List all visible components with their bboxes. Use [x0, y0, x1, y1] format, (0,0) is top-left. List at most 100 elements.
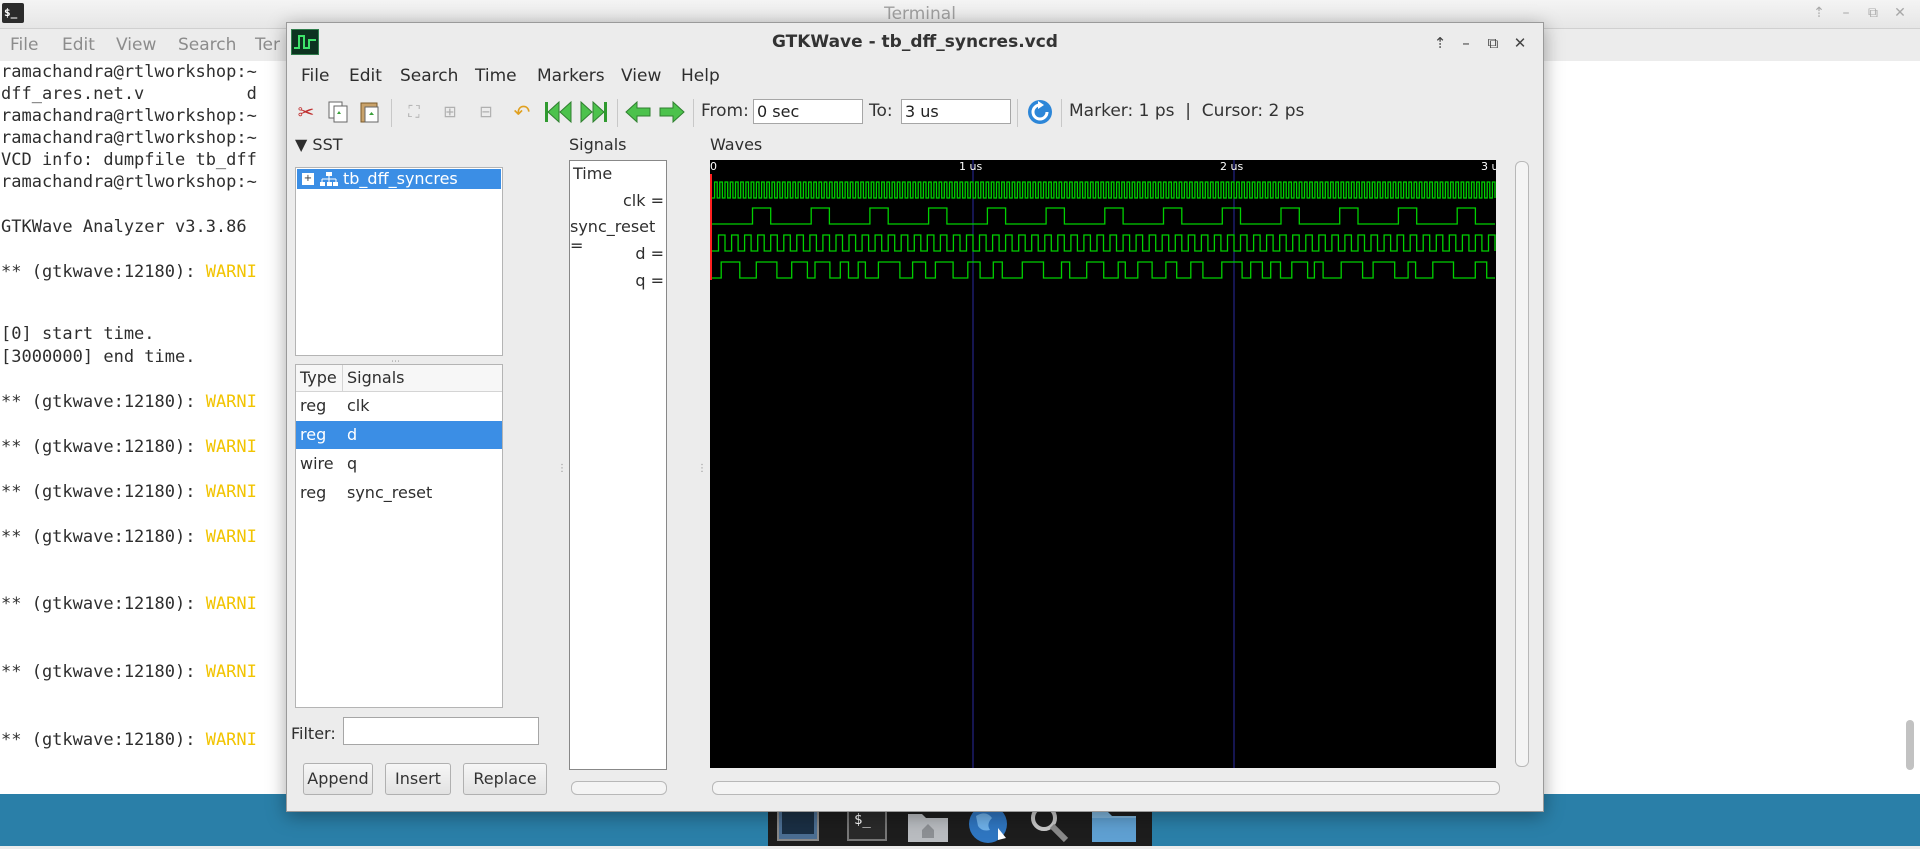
terminal-line: ** (gtkwave:12180): WARNI [1, 482, 257, 502]
signal-name: clk [347, 396, 370, 415]
sst-header[interactable]: ▼ SST [295, 135, 343, 154]
toolbar-separator [617, 99, 618, 127]
signal-label-clk[interactable]: clk = [623, 191, 664, 210]
minimize-icon[interactable]: – [1455, 32, 1477, 54]
from-label: From: [701, 101, 749, 121]
zoom-to-end-icon[interactable] [579, 97, 609, 127]
signals-list[interactable]: Time clk = sync_reset = d = q = [569, 160, 667, 770]
terminal-line-text: ** (gtkwave:12180): [1, 594, 206, 614]
signal-type: reg [300, 425, 327, 444]
terminal-line-text: ** (gtkwave:12180): [1, 482, 206, 502]
signal-name: d [347, 425, 358, 444]
from-time-input[interactable] [753, 99, 863, 124]
zoom-to-start-icon[interactable] [543, 97, 573, 127]
replace-button[interactable]: Replace [463, 763, 547, 795]
zoom-fit-icon[interactable]: ⛶ [399, 97, 429, 127]
undo-zoom-icon[interactable]: ↶ [507, 97, 537, 127]
menu-edit[interactable]: Edit [349, 66, 382, 86]
warning-text: WARNI [205, 594, 257, 614]
waveform-clk[interactable] [712, 181, 1496, 199]
collapse-triangle-icon: ▼ [295, 135, 308, 154]
tree-item-tb-dff-syncres[interactable]: + tb_dff_syncres [297, 169, 501, 189]
gtkwave-menubar: File Edit Search Time Markers View Help [287, 61, 1543, 91]
terminal-line-text: ** (gtkwave:12180): [1, 730, 206, 750]
terminal-menu-edit[interactable]: Edit [62, 35, 95, 55]
menu-file[interactable]: File [301, 66, 329, 86]
maximize-up-icon[interactable]: ⇡ [1429, 32, 1451, 54]
append-button[interactable]: Append [303, 763, 373, 795]
waveform-sync-reset[interactable] [712, 207, 1495, 225]
marker-cursor-readout: Marker: 1 ps | Cursor: 2 ps [1069, 101, 1305, 121]
restore-icon[interactable]: ⧉ [1863, 3, 1883, 23]
warning-text: WARNI [205, 527, 257, 547]
close-icon[interactable]: ✕ [1890, 3, 1910, 23]
expand-icon[interactable]: + [302, 173, 314, 185]
find-next-edge-icon[interactable] [657, 97, 687, 127]
filter-input[interactable] [343, 717, 539, 745]
signal-row-sync-reset[interactable]: reg sync_reset [296, 479, 502, 507]
terminal-line: ** (gtkwave:12180): WARNI [1, 594, 257, 614]
to-time-input[interactable] [901, 99, 1011, 124]
terminal-output[interactable]: ramachandra@rtlworkshop:~ dff_ares.net.v … [0, 62, 290, 794]
signals-horizontal-scrollbar[interactable] [571, 781, 667, 795]
signal-row-q[interactable]: wire q [296, 450, 502, 478]
terminal-line: GTKWave Analyzer v3.3.86 [1, 217, 247, 237]
close-icon[interactable]: ✕ [1509, 32, 1531, 54]
pane-splitter[interactable]: ⋮ [557, 463, 567, 474]
tree-item-label: tb_dff_syncres [343, 169, 458, 188]
terminal-line-text: ** (gtkwave:12180): [1, 527, 206, 547]
cut-icon[interactable]: ✂ [291, 97, 321, 127]
menu-help[interactable]: Help [681, 66, 720, 86]
terminal-menu-search[interactable]: Search [178, 35, 236, 55]
to-label: To: [869, 101, 893, 121]
menu-markers[interactable]: Markers [537, 66, 605, 86]
zoom-out-icon[interactable]: ⊟ [471, 97, 501, 127]
insert-button[interactable]: Insert [385, 763, 451, 795]
time-ruler[interactable] [710, 160, 1496, 174]
signal-label-q[interactable]: q = [635, 271, 664, 290]
terminal-line: [3000000] end time. [1, 347, 195, 367]
terminal-line: [0] start time. [1, 324, 155, 344]
waveform-q[interactable] [712, 261, 1495, 279]
find-previous-edge-icon[interactable] [623, 97, 653, 127]
minimize-icon[interactable]: – [1836, 3, 1856, 23]
signal-row-clk[interactable]: reg clk [296, 392, 502, 420]
svg-text:$_: $_ [854, 812, 871, 828]
terminal-scrollbar[interactable] [1906, 720, 1914, 770]
zoom-in-icon[interactable]: ⊞ [435, 97, 465, 127]
paste-icon[interactable] [355, 97, 385, 127]
col-type[interactable]: Type [300, 368, 337, 387]
waveform-d[interactable] [712, 234, 1496, 252]
signal-type: reg [300, 483, 327, 502]
col-signals[interactable]: Signals [347, 368, 404, 387]
terminal-menu-terminal[interactable]: Ter [255, 35, 280, 55]
waveform-canvas[interactable]: 0 1 us 2 us 3 u [710, 160, 1496, 768]
terminal-menu-view[interactable]: View [116, 35, 156, 55]
reload-icon[interactable] [1025, 97, 1055, 127]
terminal-title: Terminal [884, 4, 956, 24]
waves-horizontal-scrollbar[interactable] [712, 781, 1500, 795]
warning-text: WARNI [205, 662, 257, 682]
menu-search[interactable]: Search [400, 66, 458, 86]
warning-text: WARNI [205, 262, 257, 282]
sst-tree[interactable]: + tb_dff_syncres [295, 167, 503, 356]
maximize-up-icon[interactable]: ⇡ [1809, 3, 1829, 23]
warning-text: WARNI [205, 392, 257, 412]
copy-icon[interactable] [323, 97, 353, 127]
menu-time[interactable]: Time [475, 66, 517, 86]
terminal-line-text: ramachandra@rtlworkshop:~ [1, 62, 257, 82]
terminal-line-text: ramachandra@rtlworkshop:~ [1, 128, 257, 148]
signal-row-d[interactable]: reg d [296, 421, 502, 449]
sst-title: SST [312, 135, 343, 154]
terminal-line: ramachandra@rtlworkshop:~ [1, 106, 257, 126]
waves-vertical-scrollbar[interactable] [1515, 161, 1529, 767]
terminal-menu-file[interactable]: File [10, 35, 38, 55]
gtkwave-titlebar[interactable]: GTKWave - tb_dff_syncres.vcd ⇡ – ⧉ ✕ [287, 23, 1543, 61]
terminal-line-text: ** (gtkwave:12180): [1, 437, 206, 457]
toolbar-separator [693, 99, 694, 127]
signal-label-d[interactable]: d = [635, 244, 664, 263]
filter-label: Filter: [291, 724, 336, 743]
menu-view[interactable]: View [621, 66, 661, 86]
pane-splitter[interactable]: ⋮ [697, 463, 707, 474]
restore-icon[interactable]: ⧉ [1482, 32, 1504, 54]
